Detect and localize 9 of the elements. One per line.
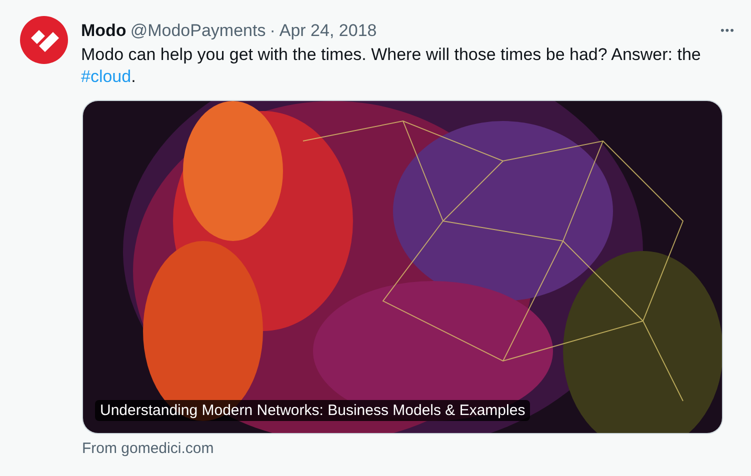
avatar-logo-icon[interactable] [20, 16, 68, 64]
tweet-text: Modo can help you get with the times. Where will those times be had? Answer: the #cloud. [81, 44, 702, 88]
more-options-icon[interactable]: ••• [720, 20, 735, 42]
link-source[interactable]: From gomedici.com [82, 440, 735, 457]
author-handle[interactable]: @ModoPayments [130, 20, 266, 42]
card-caption[interactable]: Understanding Modern Networks: Business Models & Examples [95, 400, 530, 421]
author-name[interactable]: Modo [81, 20, 126, 42]
tweet-date[interactable]: Apr 24, 2018 [279, 20, 377, 42]
separator: · [270, 20, 276, 42]
